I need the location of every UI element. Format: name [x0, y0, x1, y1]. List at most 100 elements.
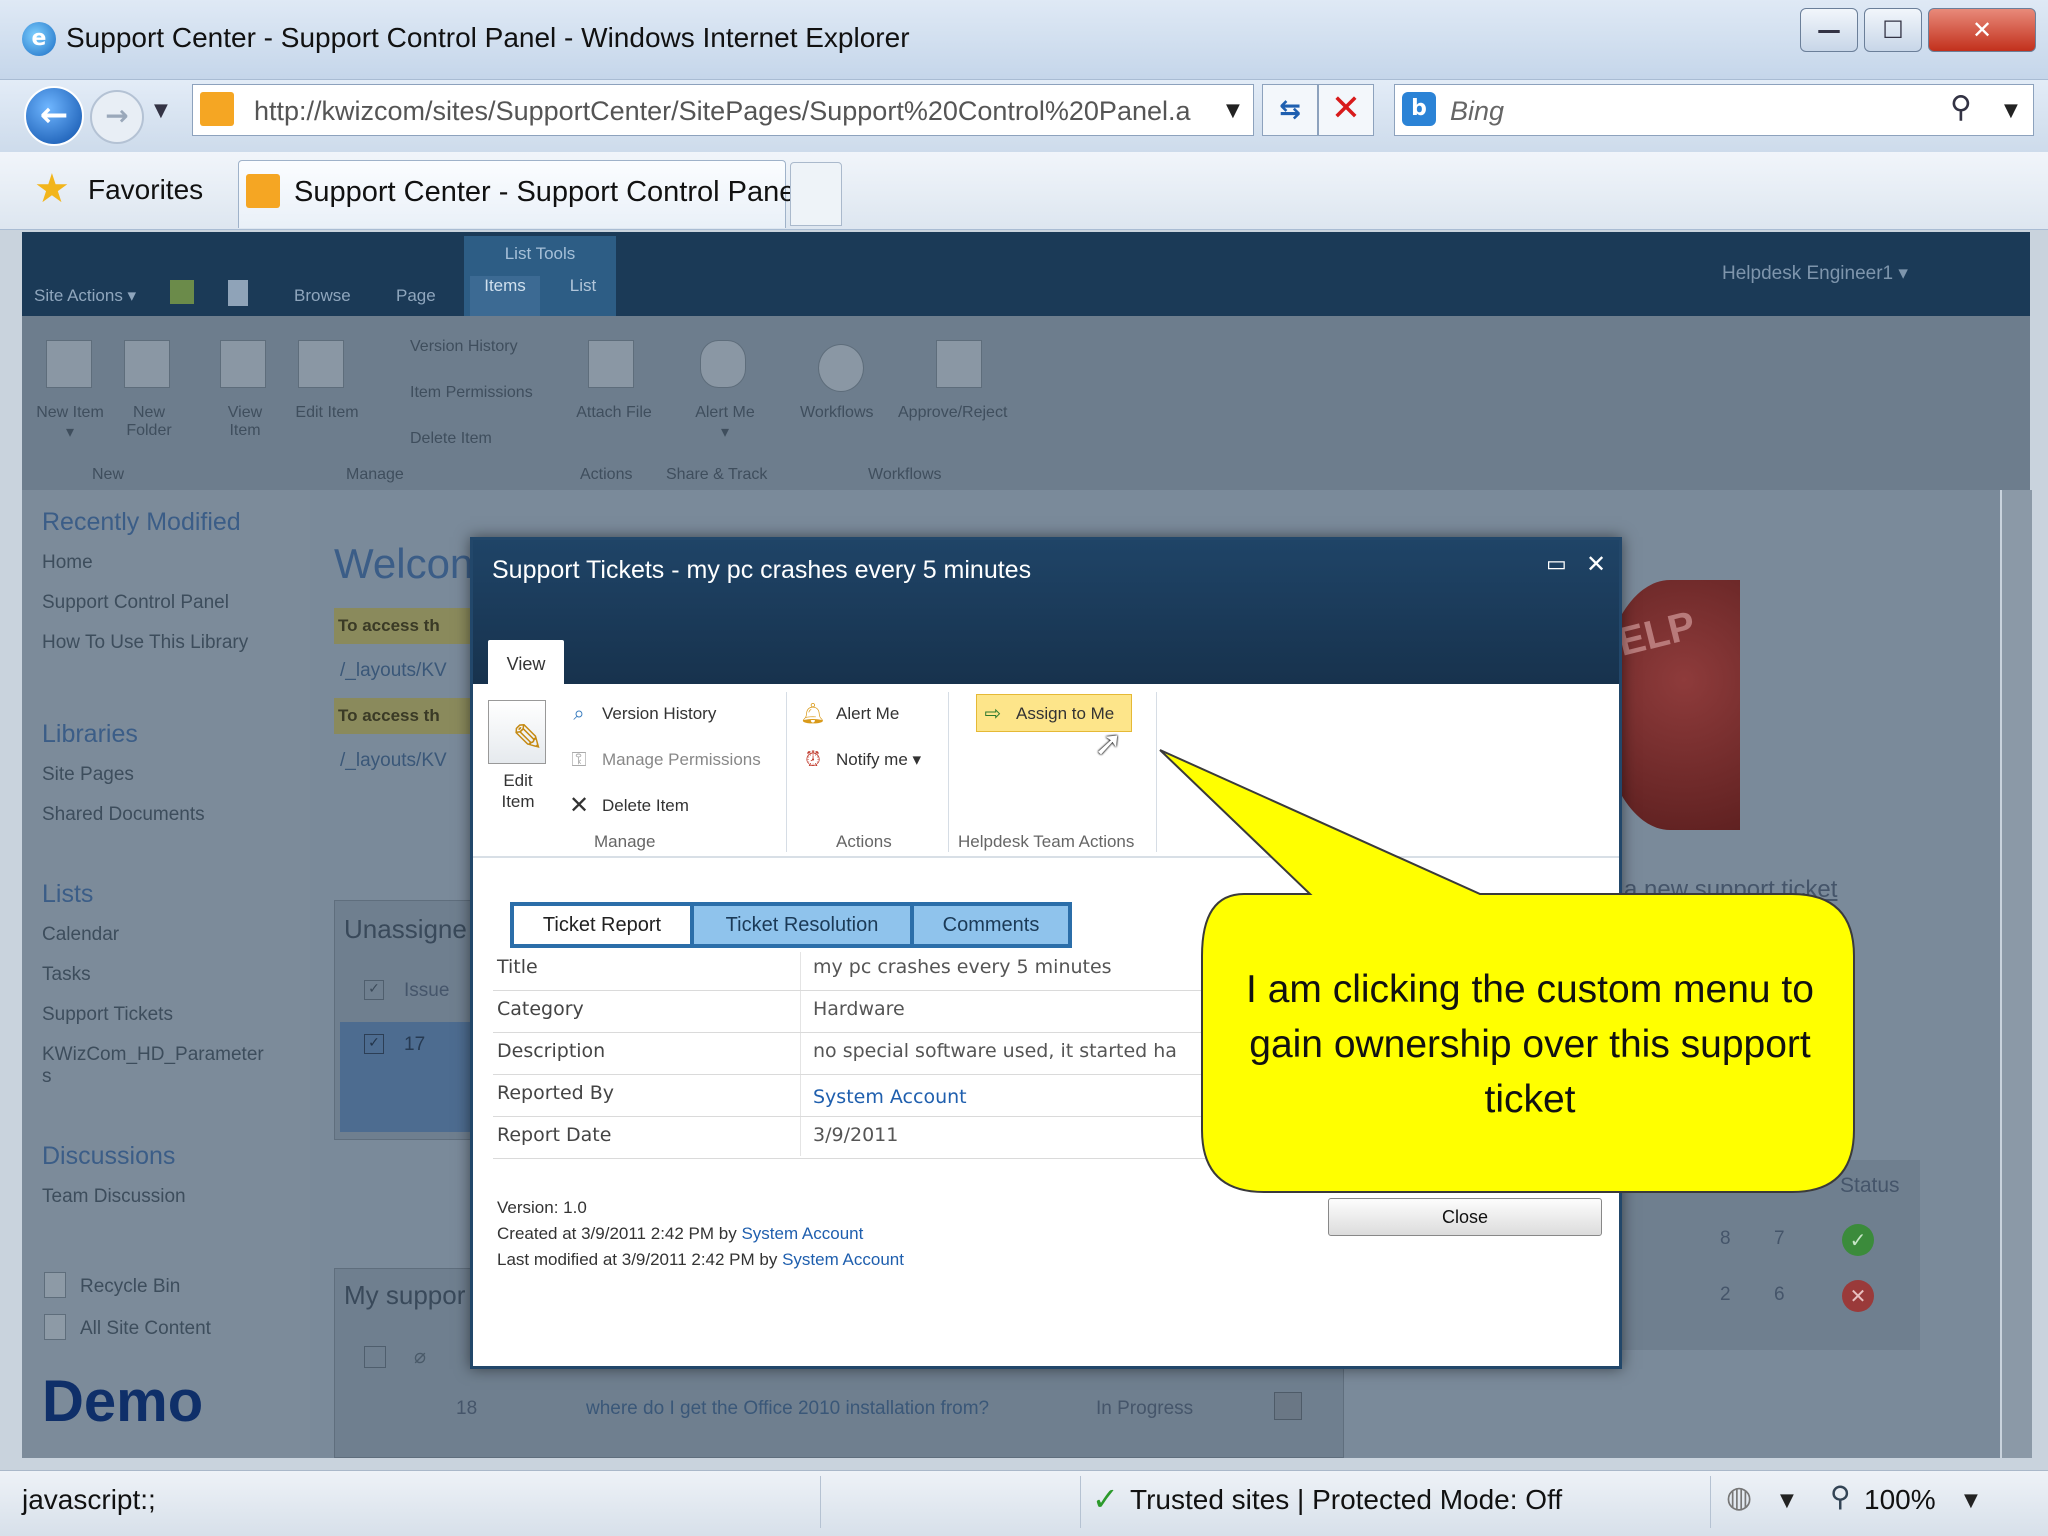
created-info: Created at 3/9/2011 2:42 PM by System Ac… [497, 1224, 863, 1244]
sp-attach-file-button[interactable]: Attach File [574, 404, 654, 422]
sp-new-item-button[interactable]: New Item ▾ [32, 404, 108, 442]
field-value-title: my pc crashes every 5 minutes [813, 956, 1112, 978]
sp-workflows-button[interactable]: Workflows [800, 404, 874, 422]
new-tab-button[interactable] [790, 162, 842, 226]
sp-row2-edit-icon[interactable] [1274, 1392, 1302, 1420]
sp-nav-all-site-content[interactable]: All Site Content [80, 1318, 211, 1340]
sp-stat-2b: 6 [1774, 1284, 1785, 1305]
zoom-icon[interactable]: ⚲ [1830, 1480, 1851, 1513]
sp-nav-home[interactable]: Home [42, 552, 93, 574]
sp-tab-page[interactable]: Page [396, 286, 436, 306]
tab-ticket-resolution[interactable]: Ticket Resolution [694, 906, 910, 944]
sp-nav-libraries[interactable]: Libraries [42, 720, 138, 749]
search-input[interactable]: Bing [1450, 96, 1504, 127]
sp-row2-title[interactable]: where do I get the Office 2010 installat… [586, 1398, 1026, 1420]
field-value-reported-by[interactable]: System Account [813, 1086, 967, 1108]
sp-link-2[interactable]: /_layouts/KV [340, 750, 447, 772]
status-separator [1710, 1476, 1711, 1528]
zoom-dropdown-icon[interactable]: ▼ [1964, 1490, 1978, 1511]
back-arrow-icon[interactable]: ← [24, 86, 84, 146]
notify-me-button[interactable]: Notify me ▾ [836, 750, 921, 770]
minimize-button[interactable]: — [1800, 8, 1858, 52]
forward-arrow-icon[interactable]: → [90, 90, 144, 144]
modified-prefix: Last modified at 3/9/2011 2:42 PM by [497, 1250, 778, 1269]
created-by-link[interactable]: System Account [741, 1224, 863, 1243]
sp-edit-page-icon[interactable] [228, 280, 248, 306]
sp-nav-kwizcom-parameters[interactable]: KWizCom_HD_Parameter [42, 1044, 264, 1066]
tab-label[interactable]: Support Center - Support Control Panel [294, 176, 802, 209]
sp-nav-tasks[interactable]: Tasks [42, 964, 91, 986]
dialog-close-icon[interactable]: ✕ [1586, 550, 1606, 578]
sp-nav-recycle-bin[interactable]: Recycle Bin [80, 1276, 180, 1298]
tab-comments[interactable]: Comments [914, 906, 1068, 944]
sp-new-ticket-link[interactable]: a new support ticket [1624, 876, 1837, 904]
sp-note-2: To access th [334, 698, 474, 734]
sp-nav-calendar[interactable]: Calendar [42, 924, 119, 946]
sp-tab-items[interactable]: Items [470, 276, 540, 316]
favorites-button[interactable]: Favorites [88, 174, 203, 206]
dialog-view-tab[interactable]: View [488, 640, 564, 686]
sp-new-folder-button[interactable]: New Folder [116, 404, 182, 440]
sp-select-all-checkbox[interactable]: ✓ [364, 980, 384, 1000]
globe-icon[interactable]: ◍ [1726, 1480, 1752, 1515]
url-dropdown-icon[interactable]: ▼ [1226, 100, 1240, 121]
search-dropdown-icon[interactable]: ▼ [2004, 100, 2018, 121]
sp-nav-team-discussion[interactable]: Team Discussion [42, 1186, 186, 1208]
sp-nav-site-pages[interactable]: Site Pages [42, 764, 134, 786]
tab-ticket-report[interactable]: Ticket Report [514, 906, 690, 944]
sp-nav-recently-modified[interactable]: Recently Modified [42, 508, 241, 537]
search-icon[interactable]: ⚲ [1950, 90, 1972, 125]
sp-version-history-button[interactable]: Version History [410, 338, 518, 356]
sp-site-actions[interactable]: Site Actions ▾ [34, 286, 136, 306]
pencil-icon: ✎ [512, 716, 544, 760]
sp-nav-shared-documents[interactable]: Shared Documents [42, 804, 205, 826]
version-history-button[interactable]: Version History [602, 704, 716, 724]
sp-row-checkbox[interactable]: ✓ [364, 1034, 384, 1054]
security-zone-text[interactable]: Trusted sites | Protected Mode: Off [1130, 1484, 1562, 1516]
window-close-button[interactable]: ✕ [1928, 8, 2036, 52]
url-input[interactable]: http://kwizcom/sites/SupportCenter/SiteP… [254, 96, 1214, 127]
sp-delete-item-button[interactable]: Delete Item [410, 430, 492, 448]
dialog-maximize-icon[interactable]: ▭ [1546, 552, 1567, 577]
globe-dropdown-icon[interactable]: ▼ [1780, 1490, 1794, 1511]
sp-nav-lists[interactable]: Lists [42, 880, 93, 909]
assign-to-me-label[interactable]: Assign to Me [1016, 704, 1114, 724]
alert-me-button[interactable]: Alert Me [836, 704, 899, 724]
sp-user-menu[interactable]: Helpdesk Engineer1 ▾ [1722, 262, 1908, 285]
sp-tab-browse[interactable]: Browse [294, 286, 351, 306]
sp-nav-support-control-panel[interactable]: Support Control Panel [42, 592, 229, 614]
sp-edit-item-button[interactable]: Edit Item [294, 404, 360, 422]
favorites-star-icon[interactable]: ★ [34, 166, 70, 212]
delete-item-button[interactable]: Delete Item [602, 796, 689, 816]
zoom-level[interactable]: 100% [1864, 1484, 1936, 1516]
stop-icon[interactable]: ✕ [1318, 84, 1374, 136]
refresh-icon[interactable]: ⇆ [1262, 84, 1318, 136]
sp-item-permissions-button[interactable]: Item Permissions [410, 384, 533, 402]
maximize-button[interactable]: ☐ [1864, 8, 1922, 52]
page-scrollbar[interactable] [2002, 490, 2032, 1458]
history-dropdown-icon[interactable]: ▼ [154, 100, 168, 121]
sp-alert-me-button[interactable]: Alert Me ▾ [692, 404, 758, 442]
sp-view-item-button[interactable]: View Item [212, 404, 278, 440]
field-label-description: Description [497, 1040, 606, 1062]
close-button[interactable]: Close [1328, 1198, 1602, 1236]
sp-approve-reject-button[interactable]: Approve/Reject [898, 404, 1007, 422]
sp-navigate-up-icon[interactable] [170, 280, 194, 304]
sp-nav-support-tickets[interactable]: Support Tickets [42, 1004, 173, 1026]
modified-by-link[interactable]: System Account [782, 1250, 904, 1269]
sp-issue-col-header[interactable]: Issue [404, 980, 449, 1002]
sp-attachment-icon: ⌀ [414, 1344, 427, 1368]
edit-item-button[interactable]: Edit Item [488, 770, 548, 812]
sp-nav-how-to-use[interactable]: How To Use This Library [42, 632, 248, 654]
sp-nav-kwizcom-parameters-wrap[interactable]: s [42, 1066, 52, 1088]
sp-view-item-icon [220, 340, 266, 388]
sp-link-1[interactable]: /_layouts/KV [340, 660, 447, 682]
created-prefix: Created at 3/9/2011 2:42 PM by [497, 1224, 737, 1243]
sp-note-1: To access th [334, 608, 474, 644]
sp-select-all-checkbox-2[interactable] [364, 1346, 386, 1368]
sp-tab-list[interactable]: List [550, 276, 616, 316]
sp-nav-discussions[interactable]: Discussions [42, 1142, 175, 1171]
manage-permissions-button[interactable]: Manage Permissions [602, 750, 761, 770]
form-column-separator [800, 952, 801, 1156]
mouse-cursor-icon: ➚ [1094, 724, 1123, 764]
